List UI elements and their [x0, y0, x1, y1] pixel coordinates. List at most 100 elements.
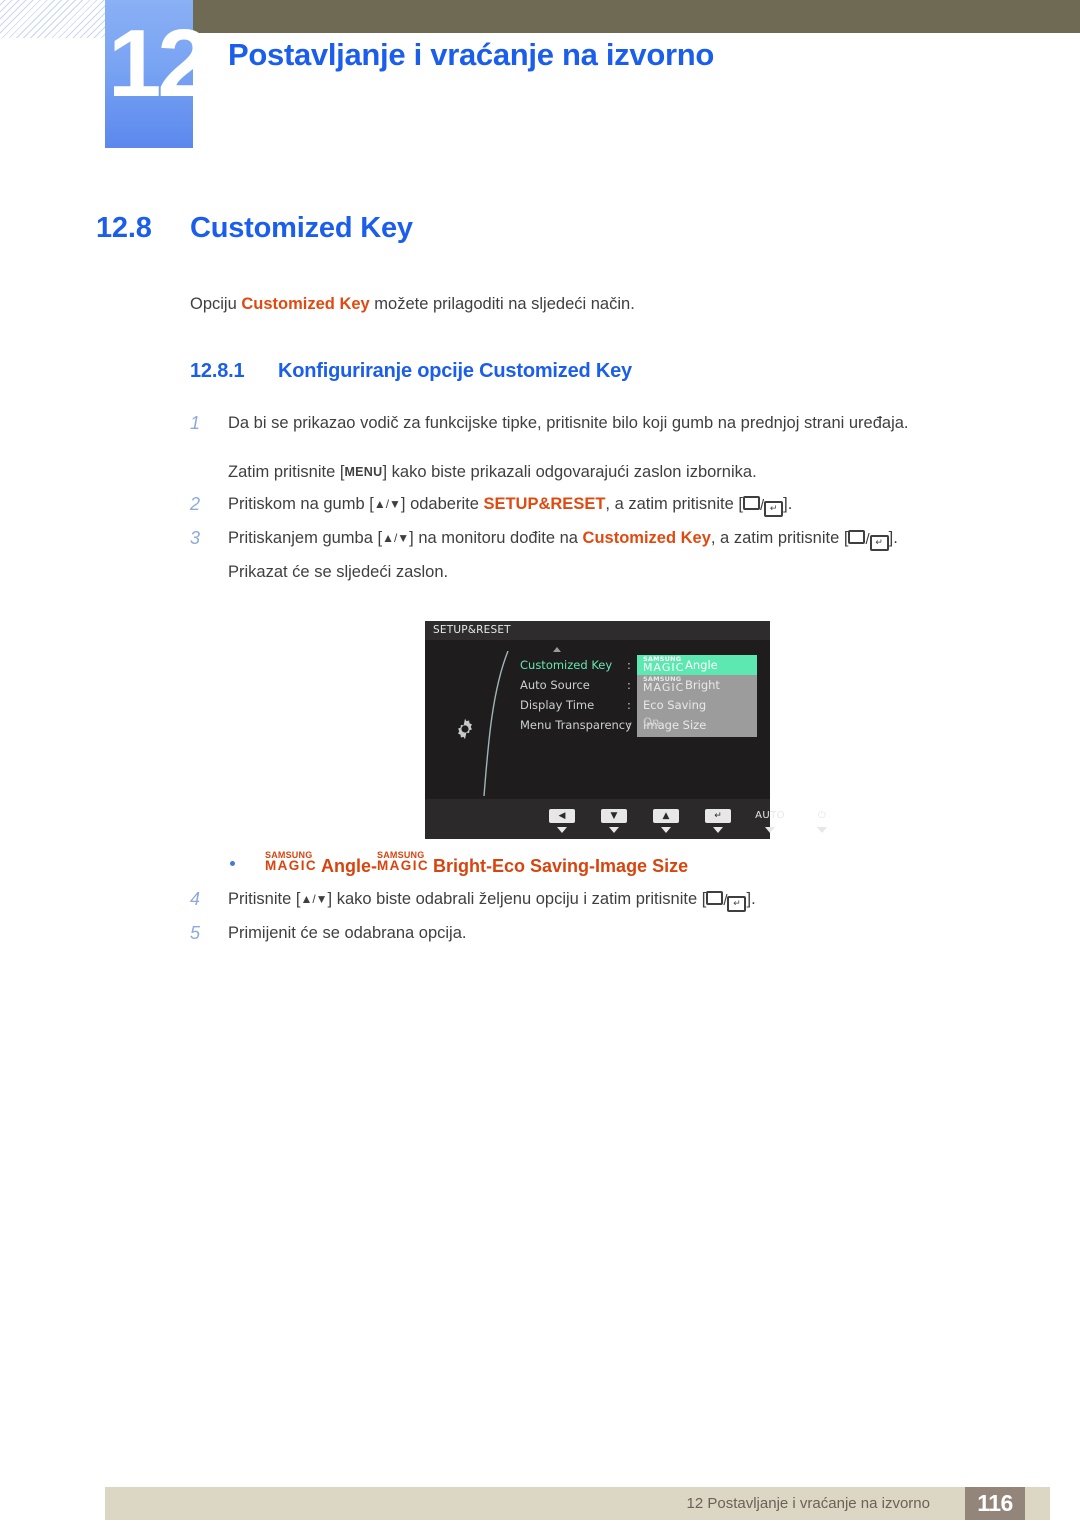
step-sub-text: Zatim pritisnite [MENU] kako biste prika… — [228, 459, 1010, 485]
step3-part-a: Pritiskanjem gumba [ — [228, 529, 383, 547]
auto-label: AUTO — [755, 810, 785, 821]
left-arrow-icon: ◀ — [549, 809, 575, 823]
button-pointer-icon — [609, 827, 619, 833]
osd-button-left[interactable]: ◀ — [545, 803, 579, 833]
samsung-magic-logo: SAMSUNG MAGIC — [377, 850, 433, 873]
updown-arrows-icon: ▲/▼ — [300, 892, 328, 906]
step3-part-b: ] na monitoru dođite na — [409, 529, 583, 547]
page-header: 12 Postavljanje i vraćanje na izvorno — [0, 0, 1080, 160]
subsection-heading: 12.8.1 Konfiguriranje opcije Customized … — [190, 360, 632, 383]
step4-part-b: ] kako biste odabrali željenu opciju i z… — [327, 890, 707, 908]
osd-option-magic-angle[interactable]: SAMSUNG MAGIC Angle — [637, 655, 757, 675]
sub-text-after: ] kako biste prikazali odgovarajući zasl… — [382, 463, 757, 481]
osd-menu-item-auto-source[interactable]: Auto Source — [520, 675, 630, 695]
bullet-dot-icon — [230, 861, 235, 866]
bullet-bright: Bright — [433, 856, 487, 876]
samsung-magic-logo: SAMSUNG MAGIC — [643, 675, 685, 695]
osd-colon: : — [627, 658, 631, 672]
step-number: 1 — [190, 413, 201, 433]
steps-list: 1 Da bi se prikazao vodič za funkcijske … — [190, 410, 1010, 591]
scroll-up-indicator-icon — [553, 647, 561, 652]
intro-text-before: Opciju — [190, 295, 242, 313]
osd-button-up[interactable]: ▲ — [649, 803, 683, 833]
osd-colon: : — [627, 698, 631, 712]
osd-button-enter[interactable]: ↵ — [701, 803, 735, 833]
chapter-number: 12 — [108, 10, 211, 117]
footer-chapter-label: 12 Postavljanje i vraćanje na izvorno — [686, 1495, 930, 1512]
osd-title-bar: SETUP&RESET — [425, 621, 770, 640]
step2-highlight: SETUP&RESET — [483, 495, 606, 513]
osd-option-label: Angle — [685, 658, 718, 672]
enter-return-icon: ↵ — [727, 896, 747, 912]
samsung-magic-logo: SAMSUNG MAGIC — [643, 655, 685, 675]
enter-return-icon: ↵ — [764, 501, 784, 517]
up-arrow-icon: ▲ — [653, 809, 679, 823]
osd-button-group: ◀ ▼ ▲ ↵ AUTO ⏻ — [545, 803, 839, 833]
section-title: Customized Key — [190, 212, 413, 244]
section-number: 12.8 — [96, 212, 152, 244]
magic-label: MAGIC — [643, 681, 685, 694]
slash-separator: / — [865, 531, 870, 548]
step-item: 2 Pritiskom na gumb [▲/▼] odaberite SETU… — [190, 491, 1010, 519]
step-item: 5 Primijenit će se odabrana opcija. — [190, 920, 1010, 946]
updown-arrows-icon: ▲/▼ — [382, 531, 410, 545]
button-pointer-icon — [661, 827, 671, 833]
osd-button-down[interactable]: ▼ — [597, 803, 631, 833]
osd-option-label: Bright — [685, 678, 720, 692]
osd-menu-list: Customized Key Auto Source Display Time … — [520, 655, 632, 735]
bullet-imagesize: Image Size — [595, 856, 689, 876]
enter-icon: ↵ — [705, 809, 731, 823]
subsection-number: 12.8.1 — [190, 360, 245, 382]
step-item: 1 Da bi se prikazao vodič za funkcijske … — [190, 410, 1010, 436]
back-box-icon — [848, 530, 866, 544]
step3-sub-text: Prikazat će se sljedeći zaslon. — [228, 563, 449, 581]
enter-return-icon: ↵ — [869, 535, 889, 551]
subsection-title: Konfiguriranje opcije Customized Key — [278, 360, 632, 382]
osd-colon: : — [627, 718, 631, 732]
step-text: Pritiskom na gumb [▲/▼] odaberite SETUP&… — [228, 491, 792, 519]
osd-button-auto[interactable]: AUTO — [753, 803, 787, 833]
button-pointer-icon — [557, 827, 567, 833]
down-arrow-icon: ▼ — [601, 809, 627, 823]
olive-header-bar — [193, 0, 1080, 33]
step2-part-d: ]. — [783, 495, 793, 513]
osd-button-power[interactable]: ⏻ — [805, 803, 839, 833]
step3-part-d: ]. — [888, 529, 898, 547]
step-item: 3 Pritiskanjem gumba [▲/▼] na monitoru d… — [190, 525, 1010, 553]
sub-text-before: Zatim pritisnite [ — [228, 463, 345, 481]
osd-button-bar: ◀ ▼ ▲ ↵ AUTO ⏻ — [425, 799, 827, 839]
samsung-magic-logo: SAMSUNG MAGIC — [265, 850, 321, 873]
chapter-title: Postavljanje i vraćanje na izvorno — [228, 37, 714, 72]
section-intro: Opciju Customized Key možete prilagoditi… — [190, 295, 635, 314]
bullet-eco: Eco Saving — [492, 856, 590, 876]
back-box-icon — [742, 496, 760, 510]
step-item: 4 Pritisnite [▲/▼] kako biste odabrali ž… — [190, 886, 1010, 914]
magic-label: MAGIC — [643, 661, 685, 674]
section-heading: 12.8 Customized Key — [96, 212, 413, 245]
step4-part-c: ]. — [746, 890, 756, 908]
magic-label: MAGIC — [377, 858, 430, 873]
step-number: 4 — [190, 889, 201, 909]
osd-menu-item-customized-key[interactable]: Customized Key — [520, 655, 630, 675]
intro-highlight: Customized Key — [241, 295, 370, 313]
step-number: 5 — [190, 923, 201, 943]
osd-option-magic-bright[interactable]: SAMSUNG MAGIC Bright — [637, 675, 757, 695]
step4-part-a: Pritisnite [ — [228, 890, 301, 908]
osd-colon: : — [627, 678, 631, 692]
updown-arrows-icon: ▲/▼ — [373, 497, 401, 511]
osd-menu-item-display-time[interactable]: Display Time — [520, 695, 630, 715]
button-pointer-icon — [713, 827, 723, 833]
osd-option-eco-saving[interactable]: Eco Saving — [637, 695, 757, 715]
button-pointer-icon — [817, 827, 827, 833]
button-pointer-icon — [765, 827, 775, 833]
back-box-icon — [706, 891, 724, 905]
page-footer: 12 Postavljanje i vraćanje na izvorno 11… — [105, 1487, 1050, 1520]
bullet-note: SAMSUNG MAGIC Angle - SAMSUNG MAGIC Bright -… — [230, 850, 688, 877]
magic-label: MAGIC — [265, 858, 317, 873]
bullet-angle: Angle — [321, 856, 372, 876]
step2-part-a: Pritiskom na gumb [ — [228, 495, 374, 513]
osd-menu-item-menu-transparency[interactable]: Menu Transparency — [520, 715, 632, 735]
step-text: Primijenit će se odabrana opcija. — [228, 924, 467, 942]
menu-keycap: MENU — [344, 465, 383, 479]
